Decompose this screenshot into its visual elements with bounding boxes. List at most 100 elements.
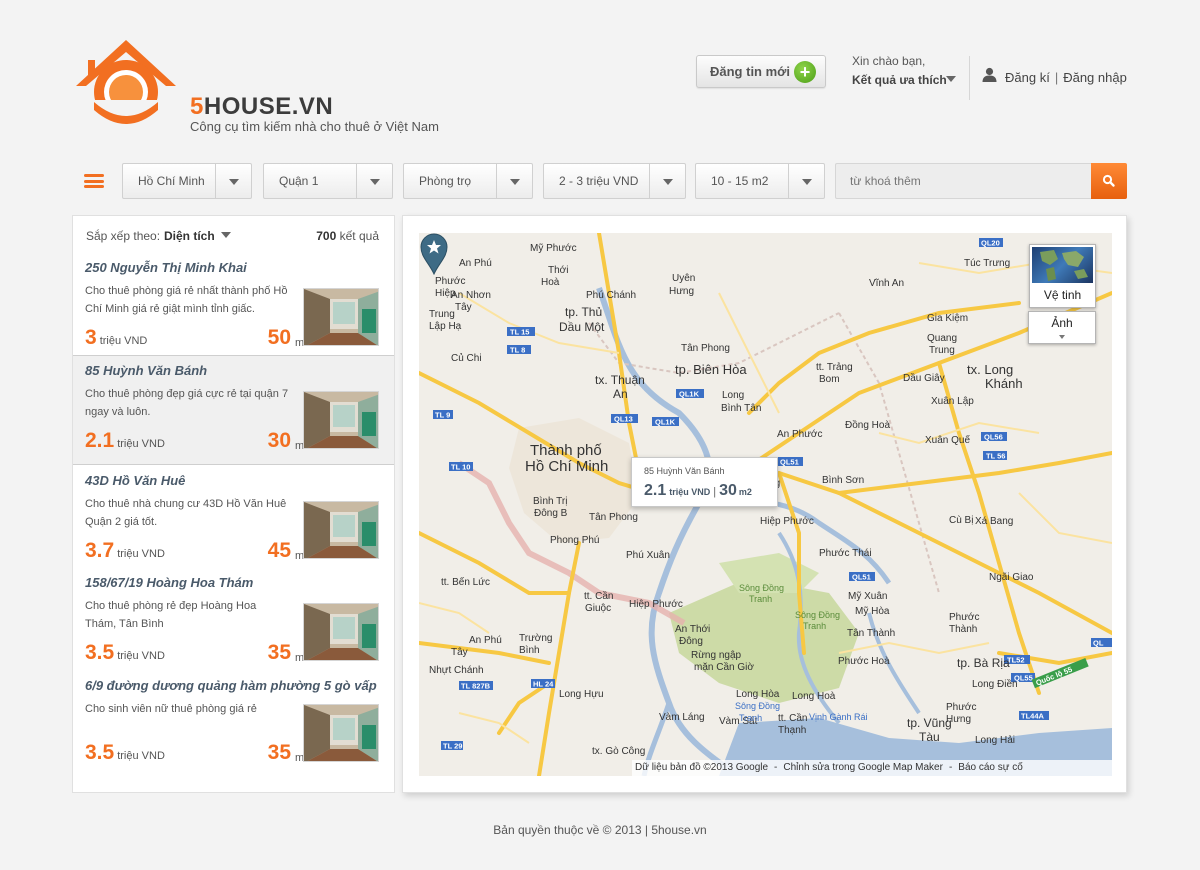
keyword-input[interactable] — [835, 163, 1092, 199]
svg-text:TL44A: TL44A — [1021, 712, 1045, 721]
svg-text:Phú Xuân: Phú Xuân — [626, 550, 670, 561]
register-link[interactable]: Đăng kí — [1005, 70, 1050, 85]
listing-area: 35 — [267, 641, 291, 664]
chevron-down-icon — [802, 179, 812, 185]
header-divider — [969, 56, 970, 100]
svg-text:Tranh: Tranh — [749, 594, 772, 604]
svg-text:tt. Trảng: tt. Trảng — [816, 362, 853, 373]
svg-text:TL 10: TL 10 — [451, 463, 470, 472]
listing-price: 3.5 triệu VND — [85, 741, 165, 764]
svg-text:tt. Cần: tt. Cần — [584, 590, 613, 602]
listing-area: 30 — [267, 429, 291, 452]
map-panel: TL 15 TL 8 QL1K QL13 QL1K TL 9 TL 10 QL5… — [402, 215, 1127, 793]
svg-text:Long: Long — [722, 390, 744, 401]
listing-title[interactable]: 250 Nguyễn Thị Minh Khai — [85, 260, 247, 275]
city-select[interactable]: Hồ Chí Minh — [122, 163, 252, 199]
svg-text:Long Hoà: Long Hoà — [792, 691, 836, 702]
svg-text:Khánh: Khánh — [985, 376, 1023, 391]
plus-icon: + — [794, 61, 816, 83]
svg-text:Trung: Trung — [429, 309, 455, 320]
search-button[interactable] — [1091, 163, 1127, 199]
house-logo-icon — [76, 40, 176, 132]
price-select[interactable]: 2 - 3 triệu VND — [543, 163, 686, 199]
svg-text:QL1K: QL1K — [655, 418, 676, 427]
list-item[interactable]: 158/67/19 Hoàng Hoa Thám Cho thuê phòng … — [73, 568, 394, 678]
svg-text:Bình: Bình — [519, 645, 540, 656]
svg-text:tx. Gò Công: tx. Gò Công — [592, 746, 645, 757]
svg-text:Sông Đồng: Sông Đồng — [795, 610, 840, 620]
listing-thumbnail[interactable] — [303, 704, 379, 762]
svg-text:Dầu Một: Dầu Một — [559, 320, 605, 334]
menu-icon[interactable] — [84, 174, 104, 188]
auth-links: Đăng kí | Đăng nhập — [1005, 70, 1127, 85]
listing-thumbnail[interactable] — [303, 603, 379, 661]
chevron-down-icon[interactable] — [221, 232, 231, 238]
list-item[interactable]: 250 Nguyễn Thị Minh Khai Cho thuê phòng … — [73, 253, 394, 363]
listing-price: 2.1 triệu VND — [85, 429, 165, 452]
listing-title[interactable]: 158/67/19 Hoàng Hoa Thám — [85, 575, 253, 590]
listing-thumbnail[interactable] — [303, 501, 379, 559]
listing-title[interactable]: 43D Hồ Văn Huê — [85, 473, 185, 488]
result-count: 700 kết quả — [316, 229, 379, 243]
map-maker-link[interactable]: Chỉnh sửa trong Google Map Maker — [783, 762, 943, 773]
listing-thumbnail[interactable] — [303, 288, 379, 346]
satellite-label: Vệ tinh — [1043, 288, 1082, 302]
report-problem-link[interactable]: Báo cáo sự cố — [958, 762, 1023, 773]
listing-title[interactable]: 85 Huỳnh Văn Bánh — [85, 363, 207, 378]
svg-text:Tân Phong: Tân Phong — [681, 343, 730, 354]
svg-text:tx. Long: tx. Long — [967, 362, 1013, 377]
svg-text:Thành: Thành — [949, 624, 977, 635]
listing-title[interactable]: 6/9 đường dương quảng hàm phường 5 gò vấ… — [85, 678, 377, 693]
login-link[interactable]: Đăng nhập — [1063, 70, 1127, 85]
sort-dropdown[interactable]: Diện tích — [164, 229, 215, 243]
area-select-value: 10 - 15 m2 — [711, 174, 769, 188]
svg-text:Sông Đồng: Sông Đồng — [735, 701, 780, 711]
svg-text:Đông B: Đông B — [534, 508, 568, 519]
map-view[interactable]: TL 15 TL 8 QL1K QL13 QL1K TL 9 TL 10 QL5… — [419, 233, 1112, 776]
map-popup[interactable]: 85 Huỳnh Văn Bánh 2.1 triệu VND | 30 m2 — [631, 457, 778, 507]
chevron-down-icon — [370, 179, 380, 185]
svg-text:QL51: QL51 — [852, 573, 871, 582]
svg-text:An Thới: An Thới — [675, 624, 710, 635]
svg-text:Phước: Phước — [435, 276, 465, 287]
svg-text:An: An — [613, 387, 628, 401]
list-item[interactable]: 6/9 đường dương quảng hàm phường 5 gò vấ… — [73, 671, 394, 781]
listing-area: 50 — [267, 326, 291, 349]
svg-text:An Nhơn: An Nhơn — [451, 290, 491, 301]
svg-text:TL 827B: TL 827B — [461, 682, 491, 691]
svg-text:Tân Phong: Tân Phong — [589, 512, 638, 523]
chevron-down-icon[interactable] — [946, 76, 956, 82]
map-pin-icon[interactable] — [419, 233, 449, 275]
svg-text:tp. Vũng: tp. Vũng — [907, 716, 952, 730]
svg-text:Tây: Tây — [451, 647, 468, 658]
svg-text:Hiệp Phước: Hiệp Phước — [629, 599, 683, 610]
favorites-dropdown[interactable]: Kết quả ưa thích — [852, 73, 947, 87]
tagline: Công cụ tìm kiếm nhà cho thuê ở Việt Nam — [190, 119, 439, 134]
listing-description: Cho sinh viên nữ thuê phòng giá rẻ — [85, 703, 257, 715]
map-attribution: Dữ liệu bản đồ ©2013 Google - Chỉnh sửa tr… — [632, 760, 1112, 776]
list-item[interactable]: 43D Hồ Văn Huê Cho thuê nhà chung cư 43D… — [73, 466, 394, 576]
svg-text:QL56: QL56 — [984, 433, 1003, 442]
listing-thumbnail[interactable] — [303, 391, 379, 449]
sort-label: Sắp xếp theo: — [86, 229, 161, 243]
area-select[interactable]: 10 - 15 m2 — [695, 163, 825, 199]
svg-text:Thạnh: Thạnh — [778, 725, 806, 736]
district-select[interactable]: Quận 1 — [263, 163, 393, 199]
post-listing-button[interactable]: Đăng tin mới + — [696, 55, 826, 88]
popup-details: 2.1 triệu VND | 30 m2 — [644, 482, 752, 499]
photo-layer-dropdown[interactable]: Ảnh — [1028, 311, 1096, 344]
svg-text:Xá Bang: Xá Bang — [975, 516, 1013, 527]
svg-text:HL 24: HL 24 — [533, 680, 554, 689]
svg-text:QL1K: QL1K — [679, 390, 700, 399]
svg-text:Ngãi Giao: Ngãi Giao — [989, 572, 1034, 583]
list-item[interactable]: 85 Huỳnh Văn Bánh Cho thuê phòng đẹp giá… — [73, 355, 394, 465]
svg-text:Củ Chi: Củ Chi — [451, 352, 482, 364]
brand-name[interactable]: 5HOUSE.VN — [190, 93, 333, 121]
type-select[interactable]: Phòng trọ — [403, 163, 533, 199]
footer-copyright: Bản quyền thuộc về © 2013 | 5house.vn — [493, 823, 707, 837]
svg-text:Nhựt Chánh: Nhựt Chánh — [429, 665, 484, 676]
svg-text:Long Hải: Long Hải — [975, 735, 1015, 746]
satellite-toggle[interactable]: Vệ tinh — [1029, 244, 1096, 308]
svg-text:Đông: Đông — [679, 636, 703, 647]
site-logo[interactable] — [74, 40, 194, 132]
